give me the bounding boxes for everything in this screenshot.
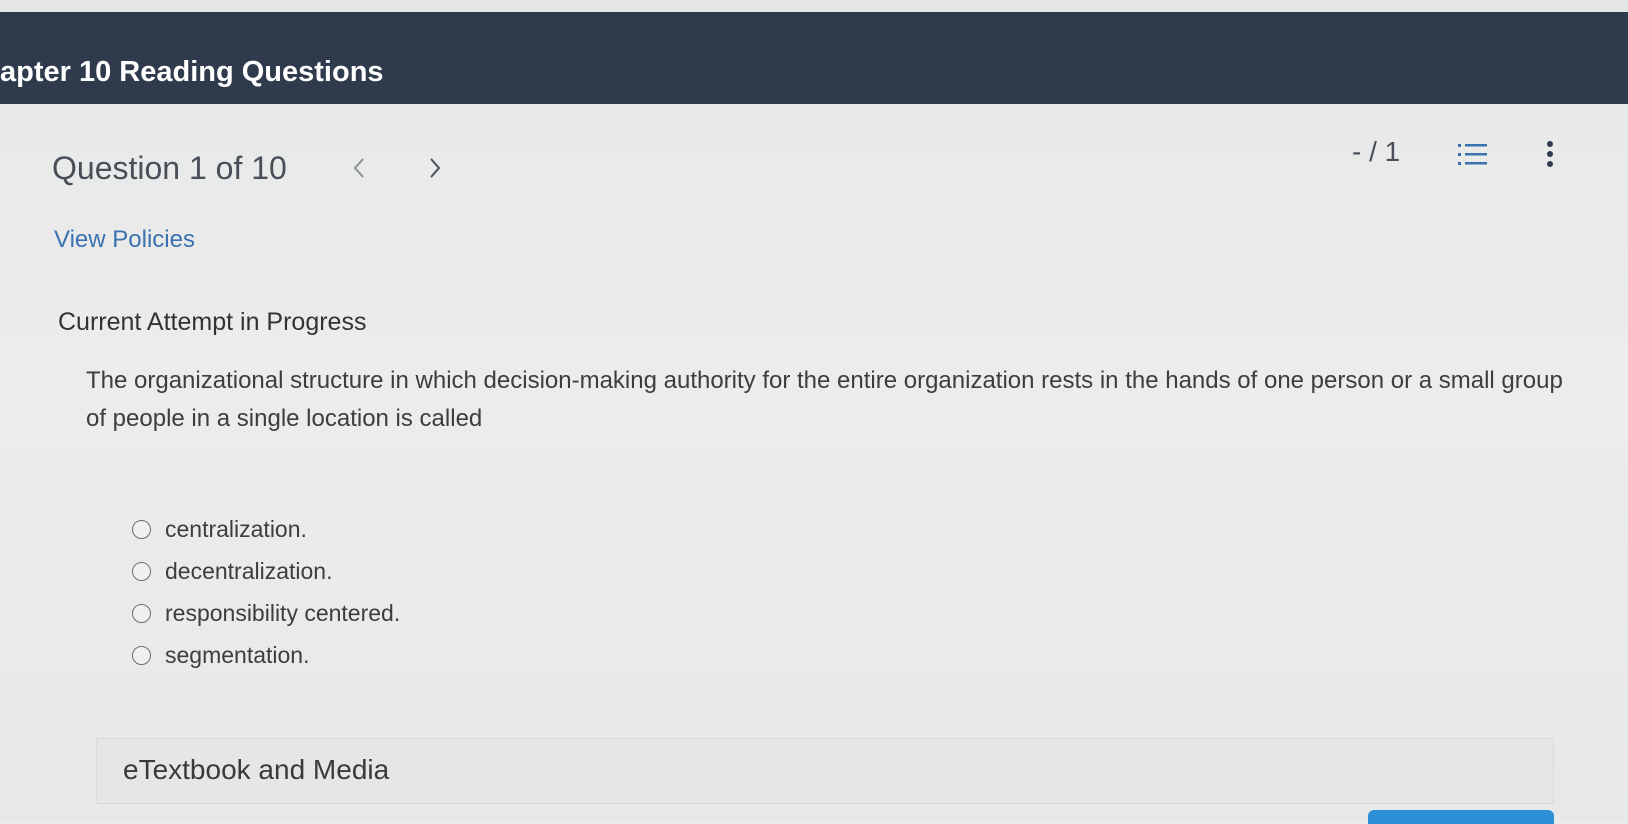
- question-list-button[interactable]: [1456, 140, 1490, 170]
- question-score: - / 1: [1352, 136, 1401, 167]
- chevron-right-icon: [430, 158, 441, 178]
- attempt-status-heading: Current Attempt in Progress: [58, 308, 367, 336]
- next-question-button[interactable]: [415, 148, 455, 188]
- etextbook-media-label: eTextbook and Media: [123, 754, 390, 785]
- kebab-menu-icon: [1547, 141, 1553, 167]
- answer-option-label: centralization.: [165, 515, 307, 542]
- etextbook-media-section[interactable]: eTextbook and Media: [96, 738, 1554, 804]
- question-panel: Question 1 of 10 - / 1 View Policies Cur…: [0, 104, 1628, 824]
- view-policies-link[interactable]: View Policies: [54, 226, 195, 254]
- answer-option[interactable]: decentralization.: [132, 550, 732, 592]
- answer-option[interactable]: segmentation.: [132, 634, 732, 676]
- question-navigation: Question 1 of 10: [52, 148, 455, 188]
- answer-option[interactable]: centralization.: [132, 508, 732, 550]
- radio-button[interactable]: [132, 645, 151, 665]
- chevron-left-icon: [353, 158, 364, 178]
- radio-button[interactable]: [132, 561, 151, 581]
- numbered-list-icon: [1458, 144, 1487, 165]
- more-options-button[interactable]: [1540, 138, 1560, 172]
- radio-button[interactable]: [132, 603, 151, 623]
- assignment-title: apter 10 Reading Questions: [0, 56, 384, 88]
- answer-option-label: responsibility centered.: [165, 599, 401, 626]
- question-text: The organizational structure in which de…: [86, 367, 1563, 432]
- assignment-header: apter 10 Reading Questions: [0, 12, 1628, 104]
- answer-option-label: decentralization.: [165, 557, 333, 584]
- submit-button[interactable]: [1368, 810, 1554, 824]
- browser-top-strip: [0, 0, 1628, 12]
- answer-option-label: segmentation.: [165, 641, 310, 668]
- answer-option[interactable]: responsibility centered.: [132, 592, 732, 634]
- question-counter: Question 1 of 10: [52, 149, 287, 186]
- radio-button[interactable]: [132, 519, 151, 539]
- previous-question-button[interactable]: [339, 148, 379, 188]
- answer-options: centralization. decentralization. respon…: [132, 508, 732, 676]
